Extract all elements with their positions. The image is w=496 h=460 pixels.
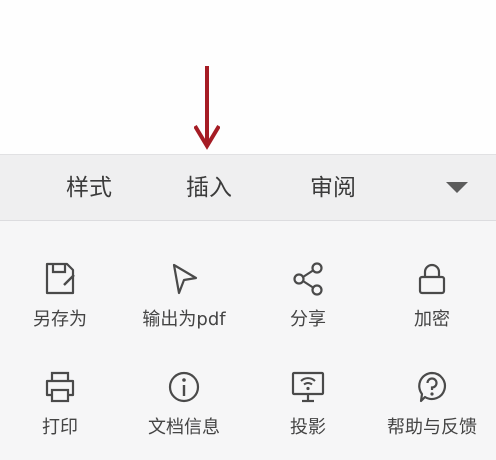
save-as-button[interactable]: 另存为 xyxy=(0,257,122,357)
save-as-icon xyxy=(45,262,75,295)
tab-review[interactable]: 审阅 xyxy=(288,155,378,221)
share-label: 分享 xyxy=(290,309,326,330)
help-icon xyxy=(418,371,447,403)
document-info-button[interactable]: 文档信息 xyxy=(122,365,246,460)
document-info-label: 文档信息 xyxy=(148,417,220,438)
projection-label: 投影 xyxy=(290,417,326,438)
triangle-down-icon xyxy=(446,182,468,193)
share-icon xyxy=(293,262,323,296)
lock-icon xyxy=(418,263,446,295)
document-area xyxy=(0,0,496,154)
arrow-down-indicator-icon xyxy=(194,66,220,150)
share-button[interactable]: 分享 xyxy=(246,257,370,357)
collapse-toggle-button[interactable] xyxy=(440,176,474,200)
help-feedback-label: 帮助与反馈 xyxy=(387,417,477,438)
info-icon xyxy=(168,371,200,403)
save-as-label: 另存为 xyxy=(33,309,87,330)
screen-cast-icon xyxy=(291,371,325,403)
menu-tab-bar: 样式 插入 审阅 xyxy=(0,154,496,221)
export-pdf-icon xyxy=(172,263,198,295)
export-pdf-label: 输出为pdf xyxy=(142,309,226,330)
projection-button[interactable]: 投影 xyxy=(246,365,370,460)
encrypt-label: 加密 xyxy=(414,309,450,330)
export-pdf-button[interactable]: 输出为pdf xyxy=(122,257,246,357)
file-actions-panel: 另存为 输出为pdf 分享 加密 打印 文档信息 投影 帮助与反馈 xyxy=(0,221,496,460)
printer-icon xyxy=(45,371,75,403)
tab-style[interactable]: 样式 xyxy=(44,155,134,221)
screen: 样式 插入 审阅 另存为 输出为pdf 分享 加密 打印 文档信息 投影 帮助与… xyxy=(0,0,496,460)
print-button[interactable]: 打印 xyxy=(0,365,122,460)
encrypt-button[interactable]: 加密 xyxy=(370,257,494,357)
print-label: 打印 xyxy=(42,417,78,438)
help-feedback-button[interactable]: 帮助与反馈 xyxy=(370,365,494,460)
tab-insert[interactable]: 插入 xyxy=(164,155,254,221)
